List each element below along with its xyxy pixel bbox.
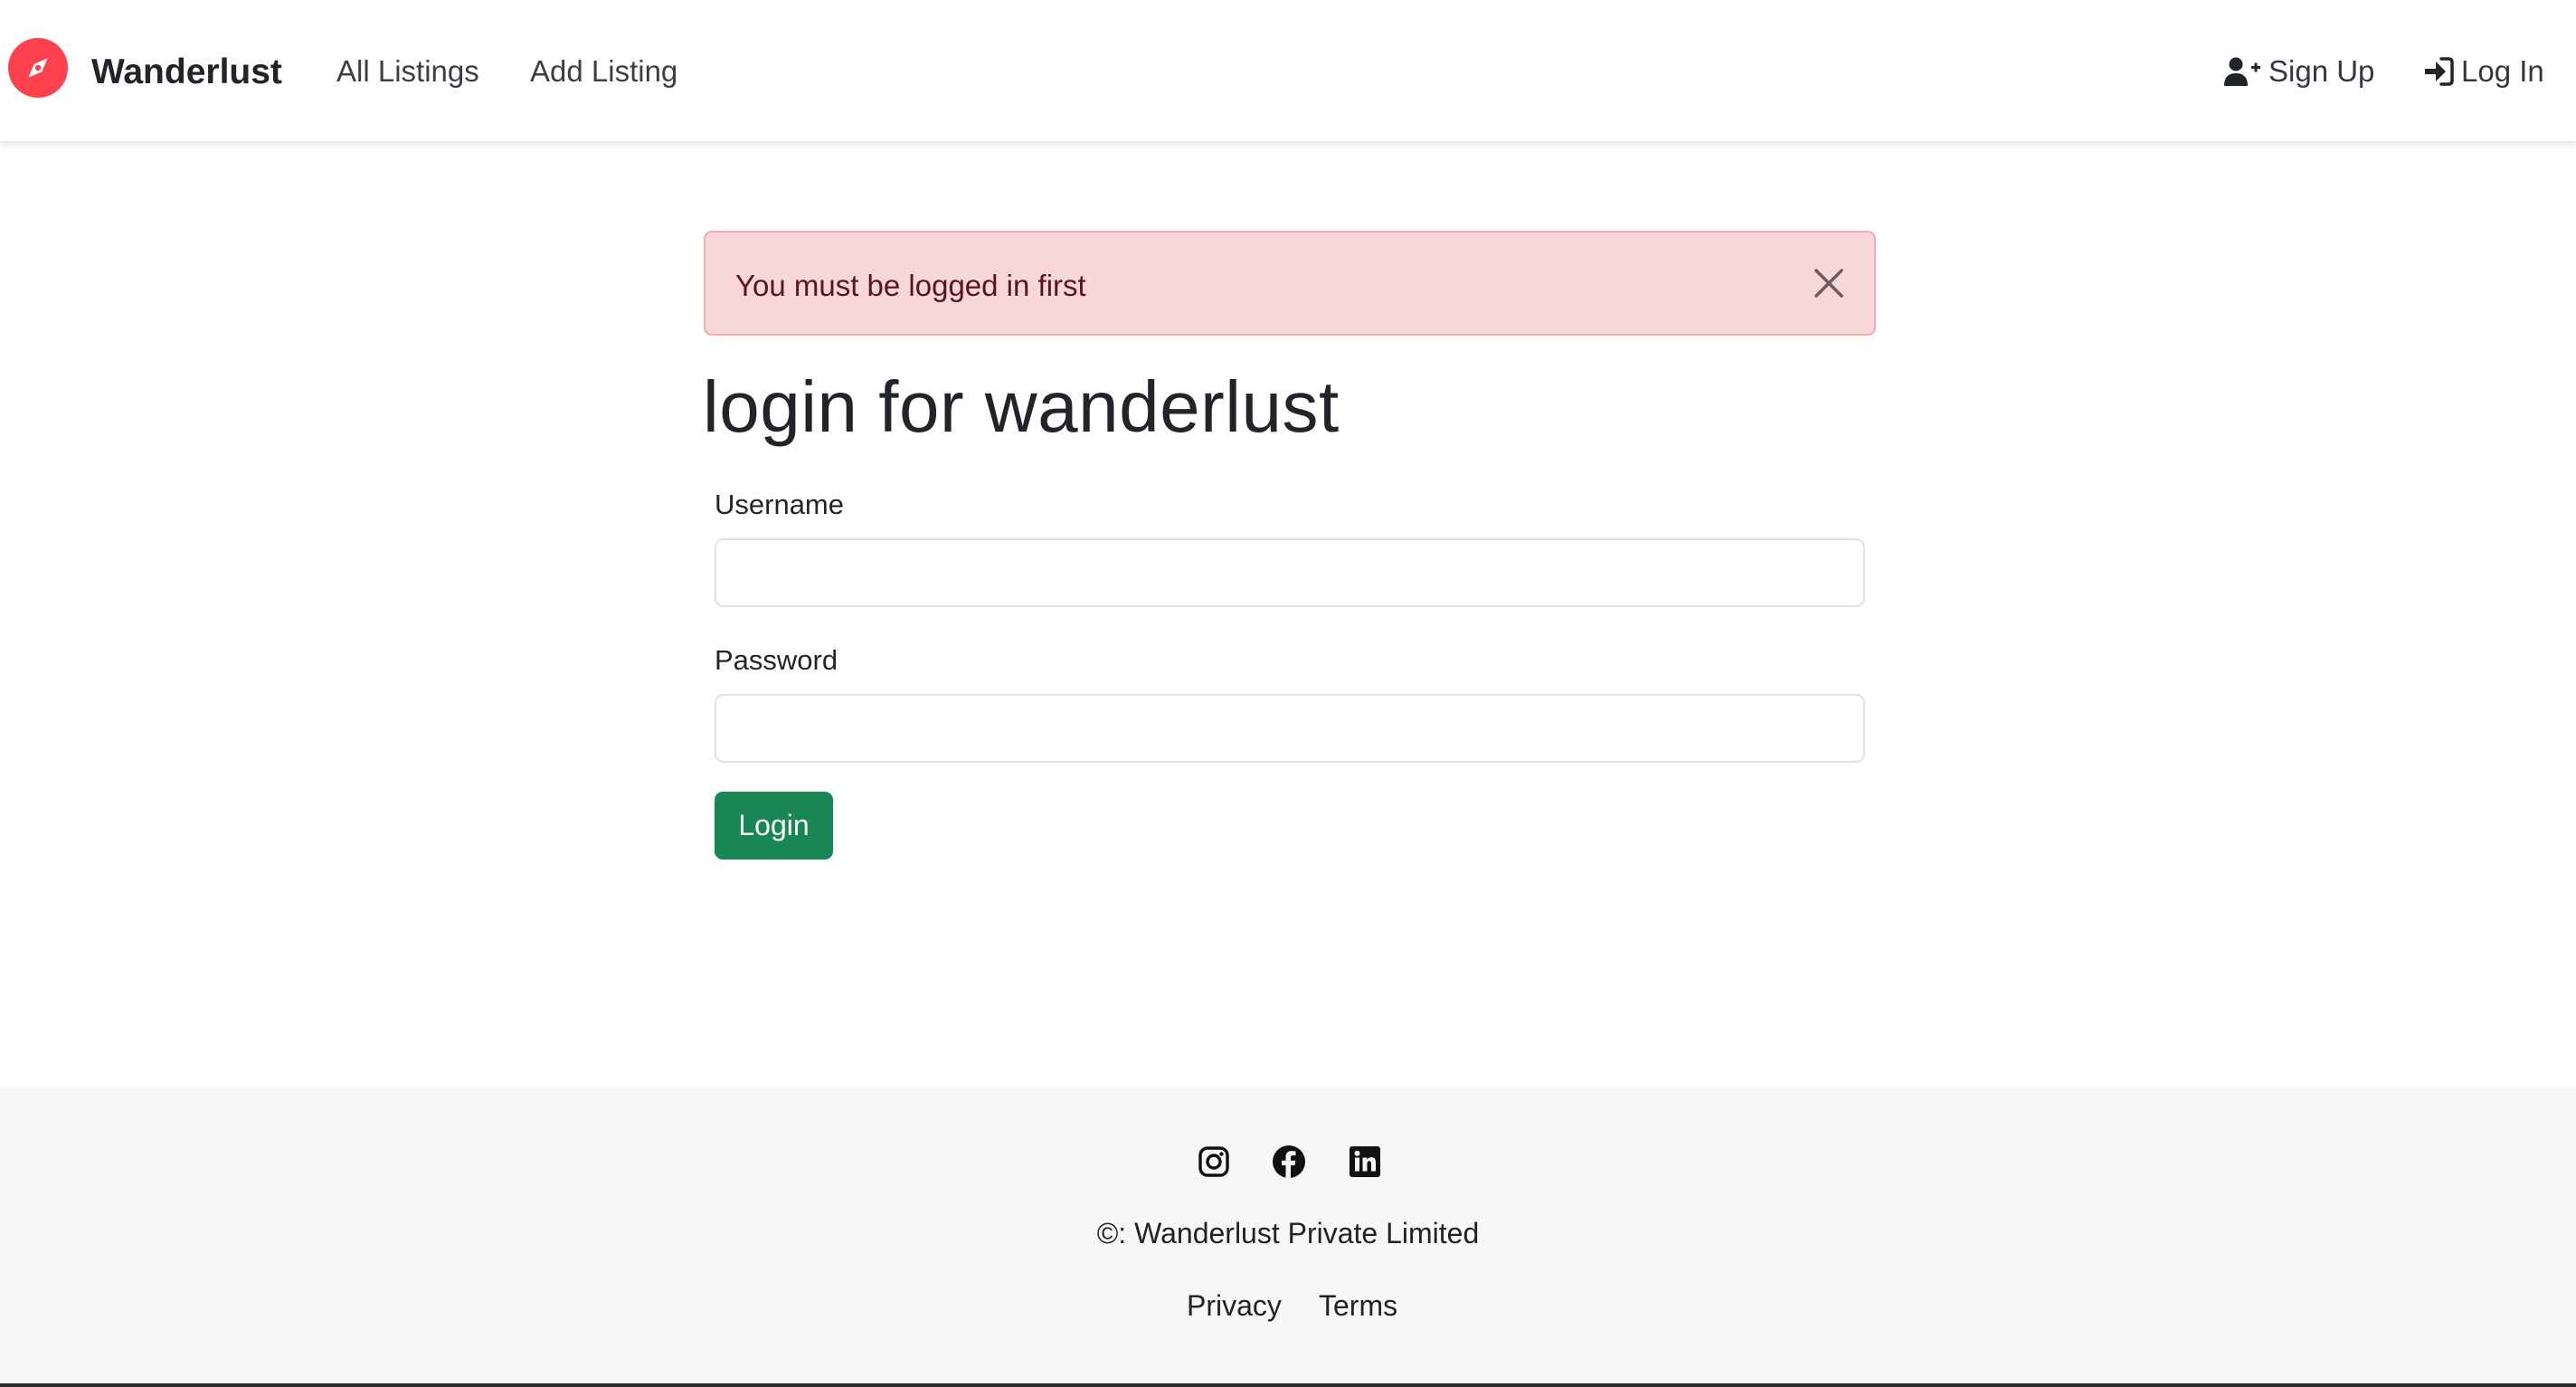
nav-sign-up[interactable]: Sign Up [2223, 54, 2374, 89]
password-label: Password [715, 644, 838, 676]
footer-link-privacy[interactable]: Privacy [1187, 1289, 1282, 1323]
footer-link-terms[interactable]: Terms [1319, 1289, 1397, 1323]
sign-up-label: Sign Up [2268, 54, 2375, 88]
alert-message: You must be logged in first [735, 269, 1086, 302]
login-button[interactable]: Login [715, 792, 833, 860]
password-input[interactable] [715, 694, 1865, 763]
linkedin-icon[interactable] [1348, 1145, 1382, 1179]
nav-all-listings[interactable]: All Listings [336, 54, 479, 89]
page-title: login for wanderlust [703, 366, 1340, 447]
copyright-text: ©: Wanderlust Private Limited [1096, 1217, 1480, 1249]
user-plus-icon [2223, 56, 2261, 87]
username-label: Username [715, 489, 844, 520]
footer-bottom-border [0, 1383, 2576, 1387]
brand-name[interactable]: Wanderlust [91, 52, 282, 92]
facebook-icon[interactable] [1272, 1145, 1306, 1179]
navbar: Wanderlust All Listings Add Listing Sign… [0, 0, 2576, 142]
flash-alert: You must be logged in first [704, 231, 1876, 336]
compass-icon[interactable] [8, 38, 68, 98]
log-in-label: Log In [2461, 54, 2544, 88]
instagram-icon[interactable] [1197, 1145, 1231, 1179]
close-icon[interactable] [1811, 265, 1847, 301]
nav-add-listing[interactable]: Add Listing [530, 54, 677, 89]
nav-log-in[interactable]: Log In [2423, 54, 2544, 89]
username-input[interactable] [715, 538, 1865, 607]
sign-in-icon [2423, 57, 2454, 86]
